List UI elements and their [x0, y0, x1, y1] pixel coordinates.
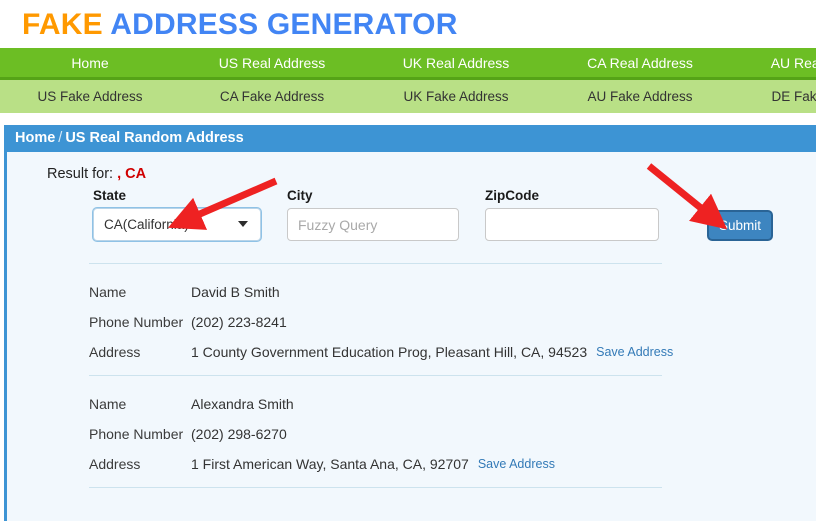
record-name-line: Name Alexandra Smith: [89, 389, 816, 419]
city-field: City: [287, 188, 459, 241]
save-address-link[interactable]: Save Address: [478, 449, 555, 479]
record-name-line: Name David B Smith: [89, 277, 816, 307]
nav-item-au-fake-address[interactable]: AU Fake Address: [548, 80, 732, 112]
panel-body: Result for: , CA State CA(California) Ci…: [7, 152, 816, 488]
record-phone-label: Phone Number: [89, 426, 184, 442]
zipcode-label: ZipCode: [485, 188, 539, 203]
page-root: FAKE ADDRESS GENERATOR Home US Real Addr…: [0, 0, 816, 526]
record-name-value: David B Smith: [191, 284, 280, 300]
nav-item-ca-fake-address[interactable]: CA Fake Address: [180, 80, 364, 112]
chevron-down-icon: [238, 221, 248, 227]
record-address-label: Address: [89, 344, 141, 360]
nav-item-au-real-address[interactable]: AU Real Address: [732, 48, 816, 77]
record-phone-label: Phone Number: [89, 314, 184, 330]
logo-text-rest: ADDRESS GENERATOR: [102, 8, 458, 41]
site-logo[interactable]: FAKE ADDRESS GENERATOR: [22, 4, 816, 46]
record-phone-line: Phone Number (202) 223-8241: [89, 307, 816, 337]
record-phone-value: (202) 298-6270: [191, 426, 287, 442]
zipcode-field: ZipCode: [485, 188, 659, 241]
nav-spacer: [0, 113, 816, 125]
record-name-label: Name: [89, 396, 127, 412]
result-for-value: , CA: [117, 166, 147, 182]
breadcrumb-home[interactable]: Home: [15, 130, 55, 146]
submit-field: Submit: [707, 188, 773, 241]
zipcode-input[interactable]: [485, 208, 659, 241]
nav-item-ca-real-address[interactable]: CA Real Address: [548, 48, 732, 77]
record-name-value: Alexandra Smith: [191, 396, 294, 412]
state-field: State CA(California): [93, 188, 261, 241]
city-input[interactable]: [287, 208, 459, 241]
main-panel: Home / US Real Random Address Result for: …: [4, 125, 816, 521]
record-phone-value: (202) 223-8241: [191, 314, 287, 330]
record-name-label: Name: [89, 284, 127, 300]
results-list: Name David B Smith Phone Number (202) 22…: [7, 263, 816, 488]
search-form: State CA(California) City ZipCode Submit: [7, 188, 816, 241]
primary-navigation: Home US Real Address UK Real Address CA …: [0, 48, 816, 80]
nav-item-us-real-address[interactable]: US Real Address: [180, 48, 364, 77]
table-row: Name David B Smith Phone Number (202) 22…: [89, 264, 816, 375]
result-divider: [89, 487, 662, 488]
secondary-navigation: US Fake Address CA Fake Address UK Fake …: [0, 80, 816, 113]
state-label: State: [93, 188, 127, 203]
city-label: City: [287, 188, 313, 203]
table-row: Name Alexandra Smith Phone Number (202) …: [89, 376, 816, 487]
nav-item-uk-fake-address[interactable]: UK Fake Address: [364, 80, 548, 112]
record-address-value: 1 First American Way, Santa Ana, CA, 927…: [191, 456, 469, 472]
site-header: FAKE ADDRESS GENERATOR: [0, 0, 816, 48]
result-for-text: Result for: , CA: [7, 166, 816, 182]
record-address-value: 1 County Government Education Prog, Plea…: [191, 344, 588, 360]
nav-item-home[interactable]: Home: [0, 48, 180, 77]
result-for-prefix: Result for:: [47, 166, 114, 182]
record-address-line: Address 1 County Government Education Pr…: [89, 337, 816, 367]
state-select-value: CA(California): [104, 217, 189, 232]
nav-item-uk-real-address[interactable]: UK Real Address: [364, 48, 548, 77]
submit-button[interactable]: Submit: [707, 210, 773, 241]
breadcrumb-current: US Real Random Address: [65, 130, 244, 146]
nav-item-de-fake-address[interactable]: DE Fake Address: [732, 80, 816, 112]
record-address-label: Address: [89, 456, 141, 472]
state-select[interactable]: CA(California): [93, 208, 261, 241]
save-address-link[interactable]: Save Address: [596, 337, 673, 367]
record-phone-line: Phone Number (202) 298-6270: [89, 419, 816, 449]
nav-item-us-fake-address[interactable]: US Fake Address: [0, 80, 180, 112]
logo-text-fake: FAKE: [22, 8, 103, 41]
record-address-line: Address 1 First American Way, Santa Ana,…: [89, 449, 816, 479]
breadcrumb: Home / US Real Random Address: [7, 125, 816, 152]
breadcrumb-separator: /: [58, 130, 63, 146]
